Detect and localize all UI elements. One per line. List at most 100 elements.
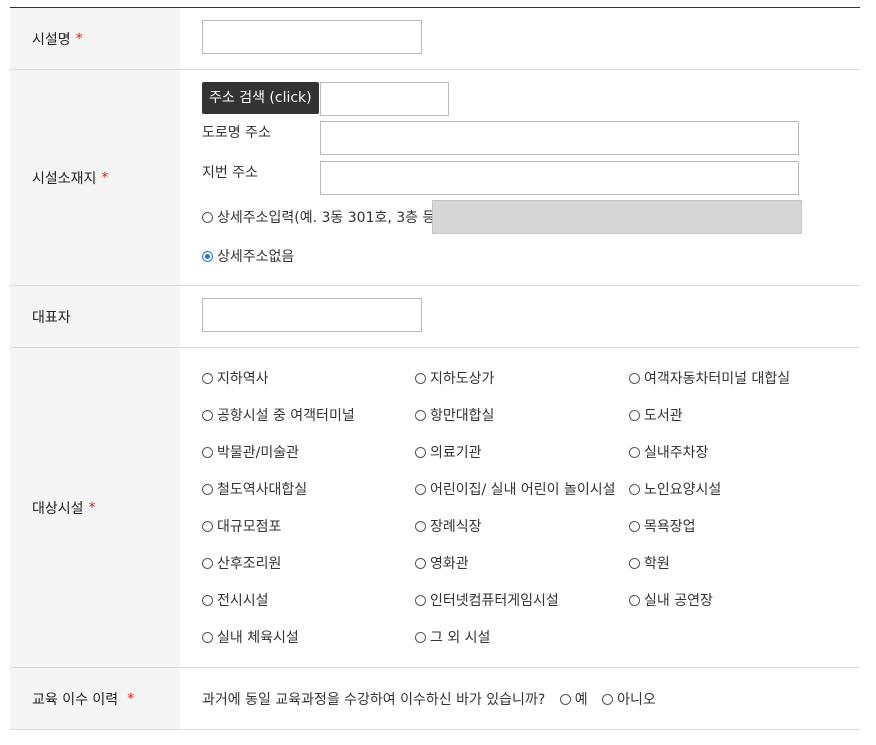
target-facility-option[interactable]: 목욕장업 (629, 516, 696, 536)
target-facility-option[interactable]: 실내 공연장 (629, 590, 713, 610)
target-facility-option[interactable]: 학원 (629, 553, 670, 573)
facility-name-input[interactable] (202, 20, 422, 54)
target-facility-option[interactable]: 의료기관 (415, 442, 482, 462)
required-mark: * (88, 499, 96, 516)
target-facility-option[interactable]: 그 외 시설 (415, 627, 490, 647)
target-facility-label-text: 대상시설 (32, 500, 84, 517)
target-facility-radio[interactable] (415, 372, 426, 384)
education-no-radio[interactable] (602, 693, 614, 705)
education-yes-option[interactable]: 예 (559, 692, 588, 708)
detail-address-radio[interactable] (202, 211, 213, 223)
target-facility-option-text: 항만대합실 (430, 408, 495, 424)
target-facility-option-text: 실내주차장 (644, 445, 709, 461)
representative-label: 대표자 (10, 286, 180, 347)
target-facility-option[interactable]: 노인요양시설 (629, 479, 721, 499)
no-detail-address-option[interactable]: 상세주소없음 (202, 246, 294, 266)
facility-name-label: 시설명 * (10, 8, 180, 69)
target-facility-option[interactable]: 인터넷컴퓨터게임시설 (415, 590, 559, 610)
target-facility-radio[interactable] (415, 446, 426, 458)
target-facility-radio[interactable] (629, 446, 640, 458)
address-search-button[interactable]: 주소 검색 (click) (202, 82, 319, 114)
detail-address-input[interactable] (432, 200, 802, 234)
road-address-input[interactable] (320, 121, 799, 155)
target-facility-option[interactable]: 도서관 (629, 405, 683, 425)
facility-name-content (180, 8, 860, 69)
target-facility-radio[interactable] (202, 372, 213, 384)
row-facility-location: 시설소재지 * 주소 검색 (click) 도로명 주소 지번 주소 상세주소입력… (10, 70, 860, 286)
target-facility-label: 대상시설 * (10, 348, 180, 667)
postal-code-input[interactable] (320, 82, 449, 116)
detail-address-option[interactable]: 상세주소입력(예. 3동 301호, 3층 등) (202, 207, 441, 227)
target-facility-option-text: 대규모점포 (217, 519, 282, 535)
target-facility-option[interactable]: 실내주차장 (629, 442, 708, 462)
target-facility-option-text: 실내 공연장 (644, 593, 713, 609)
target-facility-option-text: 목욕장업 (644, 519, 696, 535)
facility-location-label-text: 시설소재지 (32, 170, 97, 187)
target-facility-radio[interactable] (629, 520, 640, 532)
education-yes-text: 예 (574, 692, 588, 708)
detail-address-option-text: 상세주소입력(예. 3동 301호, 3층 등) (217, 210, 441, 226)
target-facility-radio[interactable] (629, 483, 640, 495)
target-facility-option-text: 인터넷컴퓨터게임시설 (430, 593, 559, 609)
target-facility-radio[interactable] (415, 409, 426, 421)
target-facility-radio[interactable] (629, 409, 640, 421)
no-detail-address-radio[interactable] (202, 250, 213, 262)
target-facility-option-text: 학원 (644, 556, 670, 572)
education-history-label-text: 교육 이수 이력 (32, 691, 119, 708)
target-facility-radio[interactable] (629, 594, 640, 606)
target-facility-radio[interactable] (629, 557, 640, 569)
representative-input[interactable] (202, 298, 422, 332)
target-facility-option[interactable]: 항만대합실 (415, 405, 494, 425)
education-history-question: 과거에 동일 교육과정을 수강하여 이수하신 바가 있습니까? 예 아니오 (202, 689, 656, 709)
target-facility-option[interactable]: 지하도상가 (415, 368, 494, 388)
target-facility-radio[interactable] (202, 409, 213, 421)
target-facility-option[interactable]: 전시시설 (202, 590, 269, 610)
target-facility-radio[interactable] (415, 520, 426, 532)
target-facility-option-text: 노인요양시설 (644, 482, 722, 498)
education-no-option[interactable]: 아니오 (602, 692, 656, 708)
target-facility-option[interactable]: 장례식장 (415, 516, 482, 536)
target-facility-content: 지하역사 지하도상가 여객자동차터미널 대합실공항시설 중 여객터미널 항만대합실 도서… (180, 348, 860, 667)
target-facility-option[interactable]: 산후조리원 (202, 553, 281, 573)
target-facility-option-text: 지하역사 (217, 371, 269, 387)
required-mark: * (101, 169, 109, 186)
target-facility-option-text: 공항시설 중 여객터미널 (217, 408, 355, 424)
target-facility-option[interactable]: 어린이집/ 실내 어린이 놀이시설 (415, 479, 616, 499)
target-facility-radio[interactable] (629, 372, 640, 384)
target-facility-radio[interactable] (202, 446, 213, 458)
facility-location-label: 시설소재지 * (10, 70, 180, 285)
target-facility-radio[interactable] (415, 483, 426, 495)
target-facility-option-text: 영화관 (430, 556, 469, 572)
target-facility-option-text: 도서관 (644, 408, 683, 424)
target-facility-option[interactable]: 영화관 (415, 553, 469, 573)
row-facility-name: 시설명 * (10, 8, 860, 70)
education-history-label: 교육 이수 이력 * (10, 668, 180, 729)
target-facility-option[interactable]: 철도역사대합실 (202, 479, 307, 499)
target-facility-radio[interactable] (202, 520, 213, 532)
target-facility-radio[interactable] (415, 594, 426, 606)
target-facility-radio[interactable] (202, 631, 213, 643)
required-mark: * (127, 690, 135, 707)
target-facility-option-text: 전시시설 (217, 593, 269, 609)
target-facility-option[interactable]: 대규모점포 (202, 516, 281, 536)
target-facility-option-text: 철도역사대합실 (217, 482, 308, 498)
target-facility-option[interactable]: 박물관/미술관 (202, 442, 299, 462)
target-facility-option[interactable]: 공항시설 중 여객터미널 (202, 405, 355, 425)
target-facility-option[interactable]: 실내 체육시설 (202, 627, 299, 647)
row-representative: 대표자 (10, 286, 860, 348)
target-facility-radio[interactable] (415, 631, 426, 643)
lot-address-input[interactable] (320, 161, 799, 195)
target-facility-radio[interactable] (202, 557, 213, 569)
education-yes-radio[interactable] (559, 693, 571, 705)
no-detail-address-option-text: 상세주소없음 (217, 249, 295, 265)
target-facility-option-text: 의료기관 (430, 445, 482, 461)
target-facility-radio[interactable] (202, 483, 213, 495)
target-facility-option-text: 어린이집/ 실내 어린이 놀이시설 (430, 482, 616, 498)
target-facility-option[interactable]: 여객자동차터미널 대합실 (629, 368, 790, 388)
target-facility-option[interactable]: 지하역사 (202, 368, 269, 388)
target-facility-option-text: 지하도상가 (430, 371, 495, 387)
target-facility-option-text: 실내 체육시설 (217, 630, 299, 646)
target-facility-radio[interactable] (415, 557, 426, 569)
required-mark: * (75, 30, 83, 47)
target-facility-radio[interactable] (202, 594, 213, 606)
